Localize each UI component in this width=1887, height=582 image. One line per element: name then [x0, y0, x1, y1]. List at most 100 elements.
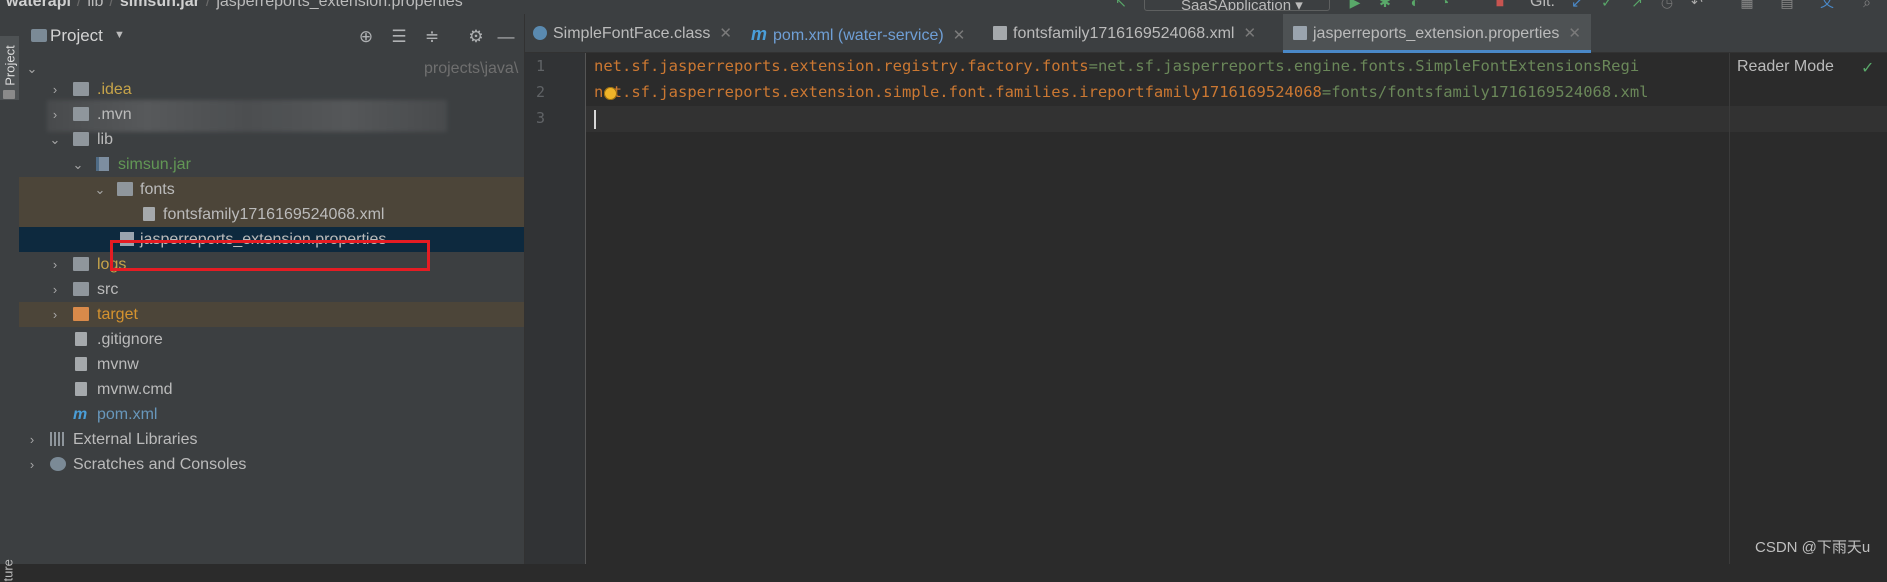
close-icon[interactable]: ✕ — [1243, 25, 1256, 42]
settings-toolbar-icon[interactable]: ▤ — [1780, 0, 1794, 9]
chevron-down-icon[interactable]: ▼ — [114, 29, 125, 41]
run-config-selector[interactable]: SaaSApplication ▾ — [1144, 0, 1330, 11]
reader-mode-button[interactable]: Reader Mode — [1737, 58, 1834, 76]
folder-icon — [73, 257, 89, 271]
code-line-1[interactable]: net.sf.jasperreports.extension.registry.… — [594, 53, 1639, 79]
tree-label: .mvn — [97, 106, 132, 123]
tree-row-lib[interactable]: ⌄ lib — [19, 127, 524, 152]
close-icon[interactable]: ✕ — [953, 27, 966, 44]
debug-icon[interactable]: ✱ — [1378, 0, 1392, 9]
property-separator: = — [1321, 83, 1332, 101]
structure-tool-tab[interactable]: ture — [1, 542, 16, 581]
properties-file-icon — [1293, 26, 1307, 40]
run-icon[interactable]: ▶ — [1348, 0, 1362, 9]
tree-label: .gitignore — [97, 331, 163, 348]
property-key: net.sf.jasperreports.extension.simple.fo… — [594, 83, 1322, 101]
folder-icon — [3, 90, 15, 99]
cmd-file-icon — [75, 382, 87, 396]
tree-row-fonts[interactable]: ⌄ fonts — [19, 177, 524, 202]
project-tool-tab-label: Project — [2, 45, 18, 86]
gitignore-file-icon — [75, 332, 87, 346]
maven-icon: m — [73, 406, 88, 423]
run-config-label: SaaSApplication — [1181, 0, 1292, 11]
minimize-icon[interactable]: — — [497, 28, 515, 46]
jar-icon — [96, 157, 109, 171]
maven-icon: m — [751, 24, 768, 44]
tab-label: SimpleFontFace.class — [553, 25, 711, 42]
xml-file-icon — [143, 207, 155, 221]
chevron-right-icon[interactable]: › — [25, 452, 39, 477]
chevron-down-icon[interactable]: ⌄ — [93, 177, 107, 202]
tree-row-mvnw-cmd[interactable]: mvnw.cmd — [19, 377, 524, 402]
tab-pom-xml[interactable]: m pom.xml (water-service) ✕ — [751, 14, 965, 52]
git-rollback-icon[interactable]: ↶ — [1690, 0, 1704, 9]
tree-label: pom.xml — [97, 406, 158, 423]
tab-label: pom.xml (water-service) — [773, 27, 944, 44]
project-panel-title[interactable]: Project — [50, 26, 103, 46]
property-value: fonts/fontsfamily1716169524068.xml — [1331, 83, 1649, 101]
breadcrumb-item-file[interactable]: jasperreports_extension.properties — [216, 0, 462, 10]
tree-row-scratches[interactable]: › Scratches and Consoles — [19, 452, 524, 477]
chevron-right-icon[interactable]: › — [48, 77, 62, 102]
tree-row-fontsfamily-xml[interactable]: fontsfamily1716169524068.xml — [19, 202, 524, 227]
tab-simplefontface[interactable]: SimpleFontFace.class ✕ — [533, 14, 732, 52]
build-icon[interactable]: ↖ — [1114, 0, 1128, 9]
breadcrumb-item-lib[interactable]: lib — [87, 0, 103, 10]
tree-row-external-libraries[interactable]: › External Libraries — [19, 427, 524, 452]
chevron-right-icon[interactable]: › — [48, 302, 62, 327]
profile-icon[interactable]: ◔ — [1438, 0, 1452, 9]
collapse-all-icon[interactable]: ≑ — [423, 28, 441, 46]
close-icon[interactable]: ✕ — [1568, 25, 1581, 42]
git-commit-icon[interactable]: ✓ — [1600, 0, 1614, 9]
tab-jasperreports-properties[interactable]: jasperreports_extension.properties ✕ — [1283, 14, 1591, 53]
tree-row-mvnw[interactable]: mvnw — [19, 352, 524, 377]
tree-label: mvnw.cmd — [97, 381, 173, 398]
tree-label: mvnw — [97, 356, 139, 373]
locate-icon[interactable]: ⊕ — [357, 28, 375, 46]
current-line-highlight — [586, 106, 1887, 132]
tree-row-target[interactable]: › target — [19, 302, 524, 327]
git-push-icon[interactable]: ↗ — [1630, 0, 1644, 9]
git-history-icon[interactable]: ◷ — [1660, 0, 1674, 9]
coverage-icon[interactable]: ◐ — [1408, 0, 1422, 9]
inspection-ok-icon[interactable]: ✓ — [1861, 58, 1874, 78]
code-line-2[interactable]: net.sf.jasperreports.extension.simple.fo… — [594, 79, 1649, 105]
tree-row-gitignore[interactable]: .gitignore — [19, 327, 524, 352]
folder-icon — [117, 182, 133, 196]
translate-icon[interactable]: 文 — [1820, 0, 1834, 9]
chevron-right-icon[interactable]: › — [48, 252, 62, 277]
text-caret — [594, 110, 596, 129]
breadcrumb-item-jar[interactable]: simsun.jar — [120, 0, 200, 10]
tree-row-idea[interactable]: › .idea — [19, 77, 524, 102]
close-icon[interactable]: ✕ — [719, 25, 732, 42]
project-structure-icon[interactable]: ▦ — [1740, 0, 1754, 9]
breadcrumb: waterapi / lib / simsun.jar / jasperreports_ex… — [6, 0, 463, 11]
gear-icon[interactable]: ⚙ — [467, 28, 485, 46]
git-update-icon[interactable]: ↙ — [1570, 0, 1584, 9]
tree-label: .idea — [97, 81, 132, 98]
search-everywhere-icon[interactable]: ⌕ — [1860, 0, 1874, 9]
git-label: Git: — [1530, 0, 1555, 10]
tab-fontsfamily-xml[interactable]: fontsfamily1716169524068.xml ✕ — [993, 14, 1256, 52]
tree-label: lib — [97, 131, 114, 148]
property-value: net.sf.jasperreports.engine.fonts.Simple… — [1097, 57, 1640, 75]
chevron-right-icon[interactable]: › — [48, 277, 62, 302]
chevron-down-icon[interactable]: ⌄ — [48, 127, 62, 152]
project-tool-tab[interactable]: Project — [0, 36, 19, 100]
tree-label: fonts — [140, 181, 175, 198]
breadcrumb-item-project[interactable]: waterapi — [6, 0, 71, 10]
chevron-right-icon[interactable]: › — [25, 427, 39, 452]
editor-gutter: 1 2 3 — [525, 53, 586, 564]
tree-row-simsun-jar[interactable]: ⌄ simsun.jar — [19, 152, 524, 177]
chevron-down-icon[interactable]: ⌄ — [71, 152, 85, 177]
library-icon — [50, 432, 66, 446]
chevron-right-icon[interactable]: › — [48, 102, 62, 127]
property-separator: = — [1088, 57, 1098, 75]
tree-label: target — [97, 306, 138, 323]
tree-row-mvn[interactable]: › .mvn — [19, 102, 524, 127]
lightbulb-icon[interactable] — [604, 87, 617, 100]
stop-icon[interactable]: ■ — [1493, 0, 1507, 9]
expand-all-icon[interactable]: ☰ — [390, 28, 408, 46]
tree-row-pom-xml[interactable]: m pom.xml — [19, 402, 524, 427]
tree-row-src[interactable]: › src — [19, 277, 524, 302]
